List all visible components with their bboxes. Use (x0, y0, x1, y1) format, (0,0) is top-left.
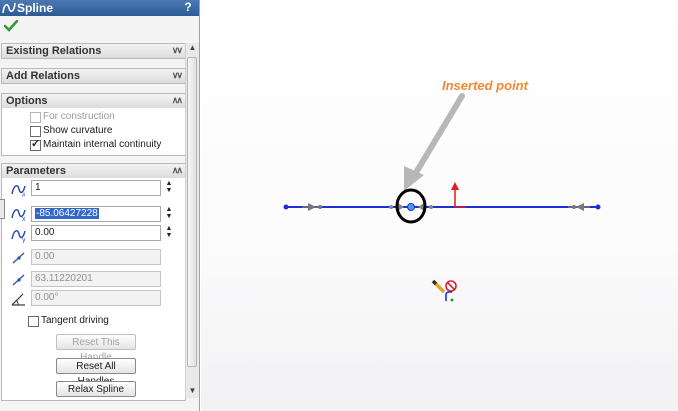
maintain-continuity-checkbox[interactable]: ✓ (30, 138, 41, 151)
panel-title-bar: Spline ? (0, 0, 199, 16)
existing-relations-label: Existing Relations (6, 45, 102, 57)
chevron-up-icon: ∧∧ (171, 95, 183, 105)
point-number-spinner[interactable]: ▲ ▼ (164, 180, 174, 196)
tangent-weight-1-icon (12, 252, 25, 264)
tangent-angle-field: 0.00° (31, 290, 161, 306)
show-curvature-checkbox[interactable] (30, 126, 41, 137)
inserted-point-annotation: Inserted point (442, 78, 528, 93)
scroll-up-arrow[interactable]: ▲ (186, 43, 199, 55)
parameters-group[interactable]: Parameters ∧∧ (1, 163, 186, 179)
tangent-weight-2-field: 63.11220201 (31, 271, 161, 287)
x-coordinate-icon: x (11, 208, 26, 222)
y-coordinate-icon: y (11, 229, 26, 243)
add-relations-group[interactable]: Add Relations ∨∨ (1, 68, 186, 84)
parameters-label: Parameters (6, 165, 66, 177)
tangent-angle-icon (11, 293, 25, 306)
reset-all-handles-button[interactable]: Reset All Handles (56, 358, 136, 387)
svg-text:y: y (22, 237, 26, 243)
x-coordinate-spinner[interactable]: ▲ ▼ (164, 206, 174, 222)
property-manager-panel: Spline ? Existing Relations ∨∨ Add Relat… (0, 0, 200, 411)
relax-spline-button[interactable]: Relax Spline (56, 381, 136, 397)
chevron-down-icon: ∨∨ (171, 45, 183, 55)
graphics-area[interactable] (201, 0, 678, 411)
existing-relations-group[interactable]: Existing Relations ∨∨ (1, 43, 186, 59)
scroll-down-arrow[interactable]: ▼ (186, 386, 199, 398)
panel-resize-handle[interactable] (0, 199, 5, 219)
tangent-weight-2-icon (12, 274, 25, 286)
tangent-driving-label: Tangent driving (41, 315, 109, 326)
tangent-weight-1-field: 0.00 (31, 249, 161, 265)
ok-checkmark-button[interactable] (4, 20, 18, 32)
scroll-thumb[interactable] (187, 57, 197, 367)
point-number-icon: # (11, 184, 26, 198)
spline-icon (2, 2, 16, 14)
x-coordinate-field[interactable]: -85.06427228 (31, 206, 161, 222)
tangent-driving-checkbox[interactable] (28, 316, 39, 327)
options-label: Options (6, 95, 48, 107)
for-construction-label: For construction (43, 111, 115, 122)
panel-scrollbar[interactable]: ▲ ▼ (185, 43, 199, 398)
maintain-continuity-label: Maintain internal continuity (43, 139, 162, 150)
y-coordinate-spinner[interactable]: ▲ ▼ (164, 225, 174, 241)
panel-title: Spline (17, 1, 54, 15)
y-coordinate-field[interactable]: 0.00 (31, 225, 161, 241)
svg-text:x: x (22, 216, 26, 222)
point-number-field[interactable]: 1 (31, 180, 161, 196)
svg-text:#: # (22, 193, 26, 198)
help-button[interactable]: ? (181, 0, 195, 15)
chevron-down-icon: ∨∨ (171, 70, 183, 80)
x-coordinate-value: -85.06427228 (35, 208, 99, 219)
for-construction-checkbox[interactable] (30, 112, 41, 123)
chevron-up-icon: ∧∧ (171, 165, 183, 175)
options-box: For construction Show curvature ✓ Mainta… (1, 108, 186, 156)
show-curvature-label: Show curvature (43, 125, 113, 136)
options-group[interactable]: Options ∧∧ (1, 93, 186, 109)
add-relations-label: Add Relations (6, 70, 80, 82)
reset-this-handle-button[interactable]: Reset This Handle (56, 334, 136, 363)
